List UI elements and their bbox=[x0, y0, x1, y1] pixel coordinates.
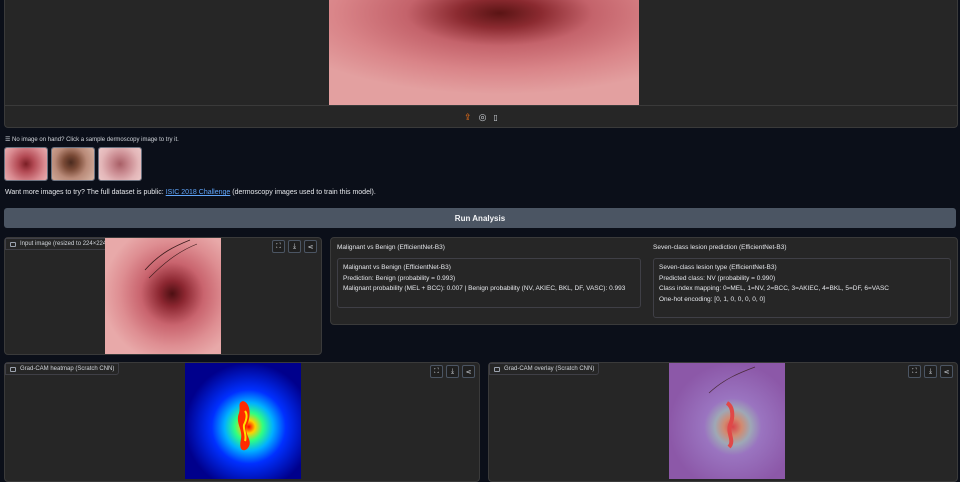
image-icon bbox=[494, 366, 500, 372]
download-icon[interactable]: ⤓ bbox=[924, 365, 937, 378]
image-icon bbox=[10, 366, 16, 372]
input-image-label: Input image (resized to 224×224) bbox=[5, 238, 114, 250]
download-icon[interactable]: ⤓ bbox=[446, 365, 459, 378]
gradcam-heatmap-panel: Grad-CAM heatmap (Scratch CNN) ⛶ ⤓ ⋖ bbox=[4, 362, 480, 482]
fullscreen-icon[interactable]: ⛶ bbox=[908, 365, 921, 378]
input-lesion-image bbox=[105, 238, 221, 354]
gradcam-overlay-label: Grad-CAM overlay (Scratch CNN) bbox=[489, 363, 600, 375]
gradcam-overlay-image bbox=[669, 363, 785, 479]
sample-image-2[interactable] bbox=[51, 147, 95, 181]
share-icon[interactable]: ⋖ bbox=[462, 365, 475, 378]
uploaded-lesion-image bbox=[329, 0, 639, 105]
upload-icon[interactable]: ⇪ bbox=[464, 112, 472, 123]
seven-class-output: Seven-class lesion type (EfficientNet-B3… bbox=[653, 258, 951, 318]
run-analysis-button[interactable]: Run Analysis bbox=[4, 208, 956, 228]
dataset-note: Want more images to try? The full datase… bbox=[5, 189, 376, 196]
input-image-panel: Input image (resized to 224×224) ⛶ ⤓ ⋖ bbox=[4, 237, 322, 355]
gradcam-heatmap-label: Grad-CAM heatmap (Scratch CNN) bbox=[5, 363, 120, 375]
clipboard-icon[interactable]: ▯ bbox=[494, 113, 498, 122]
binary-output: Malignant vs Benign (EfficientNet-B3) Pr… bbox=[337, 258, 641, 308]
fullscreen-icon[interactable]: ⛶ bbox=[272, 240, 285, 253]
upload-preview-panel[interactable]: ⇪ ◎ ▯ bbox=[4, 0, 958, 128]
webcam-icon[interactable]: ◎ bbox=[479, 112, 487, 123]
download-icon[interactable]: ⤓ bbox=[288, 240, 301, 253]
seven-class-heading: Seven-class lesion prediction (Efficient… bbox=[653, 244, 787, 251]
share-icon[interactable]: ⋖ bbox=[940, 365, 953, 378]
samples-prompt: ☰ No image on hand? Click a sample dermo… bbox=[5, 137, 179, 143]
gradcam-heatmap-image bbox=[185, 363, 301, 479]
sample-image-1[interactable] bbox=[4, 147, 48, 181]
predictions-panel: Malignant vs Benign (EfficientNet-B3) Ma… bbox=[330, 237, 958, 325]
image-source-toolbar: ⇪ ◎ ▯ bbox=[5, 105, 957, 128]
sample-image-3[interactable] bbox=[98, 147, 142, 181]
image-icon bbox=[10, 241, 16, 247]
fullscreen-icon[interactable]: ⛶ bbox=[430, 365, 443, 378]
isic-dataset-link[interactable]: ISIC 2018 Challenge bbox=[166, 189, 231, 196]
gradcam-overlay-panel: Grad-CAM overlay (Scratch CNN) ⛶ ⤓ ⋖ bbox=[488, 362, 958, 482]
share-icon[interactable]: ⋖ bbox=[304, 240, 317, 253]
list-icon: ☰ bbox=[5, 137, 13, 143]
binary-heading: Malignant vs Benign (EfficientNet-B3) bbox=[337, 244, 445, 251]
